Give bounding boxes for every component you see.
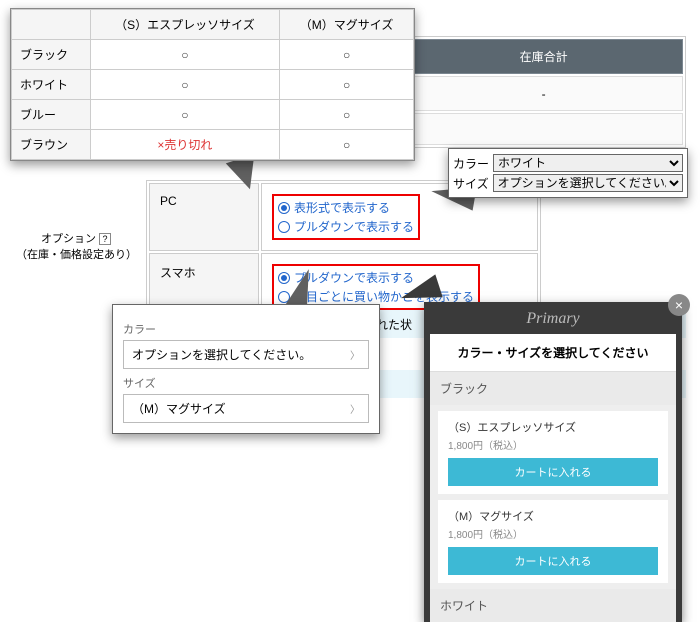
grid-row-blue: ブルー <box>12 100 91 130</box>
radio-icon <box>278 272 290 284</box>
add-to-cart-button[interactable]: カートに入れる <box>448 458 658 486</box>
mobile-modal-title: カラー・サイズを選択してください <box>430 334 676 372</box>
help-icon[interactable]: ? <box>99 233 111 245</box>
bg-td-dash: - <box>404 76 683 111</box>
radio-icon <box>278 202 290 214</box>
grid-col-m: （M）マグサイズ <box>280 10 414 40</box>
radio-icon <box>278 221 290 233</box>
close-icon[interactable]: × <box>668 294 690 316</box>
grid-col-s: （S）エスプレッソサイズ <box>90 10 280 40</box>
pulldown-preview-popup: カラーホワイト サイズオプションを選択してください。 <box>448 148 688 198</box>
mobile-item-m: （M）マグサイズ 1,800円（税込） カートに入れる <box>438 500 668 583</box>
select-label-color: カラー <box>453 155 489 172</box>
mobile-logo: Primary <box>430 308 676 334</box>
grid-preview-popup: （S）エスプレッソサイズ（M）マグサイズ ブラック○○ ホワイト○○ ブルー○○… <box>10 8 415 161</box>
dd-select-size[interactable]: （M）マグサイズ〉 <box>123 394 369 423</box>
mobile-category-white: ホワイト <box>430 589 676 622</box>
dd-label-size: サイズ <box>123 375 369 391</box>
grid-row-brown: ブラウン <box>12 130 91 160</box>
add-to-cart-button[interactable]: カートに入れる <box>448 547 658 575</box>
grid-row-white: ホワイト <box>12 70 91 100</box>
mobile-category-black: ブラック <box>430 372 676 405</box>
select-label-size: サイズ <box>453 175 489 192</box>
dd-select-color[interactable]: オプションを選択してください。〉 <box>123 340 369 369</box>
mobile-itemcart-preview: × Primary カラー・サイズを選択してください ブラック （S）エスプレッ… <box>424 302 682 622</box>
mobile-pulldown-preview: カラー オプションを選択してください。〉 サイズ （M）マグサイズ〉 <box>112 304 380 434</box>
option-section-label: オプション ? （在庫・価格設定あり） <box>16 230 136 262</box>
bg-th-total: 在庫合計 <box>404 39 683 74</box>
grid-row-black: ブラック <box>12 40 91 70</box>
select-size[interactable]: オプションを選択してください。 <box>493 174 683 192</box>
pc-option-pulldown[interactable]: プルダウンで表示する <box>278 217 414 236</box>
chevron-down-icon: 〉 <box>350 401 360 416</box>
settings-pc-label: PC <box>149 183 259 251</box>
sold-out-cell: ×売り切れ <box>90 130 280 160</box>
mobile-item-s: （S）エスプレッソサイズ 1,800円（税込） カートに入れる <box>438 411 668 494</box>
pc-option-table[interactable]: 表形式で表示する <box>278 198 414 217</box>
pc-options-highlight: 表形式で表示する プルダウンで表示する <box>272 194 420 240</box>
chevron-down-icon: 〉 <box>350 347 360 362</box>
select-color[interactable]: ホワイト <box>493 154 683 172</box>
dd-label-color: カラー <box>123 321 369 337</box>
